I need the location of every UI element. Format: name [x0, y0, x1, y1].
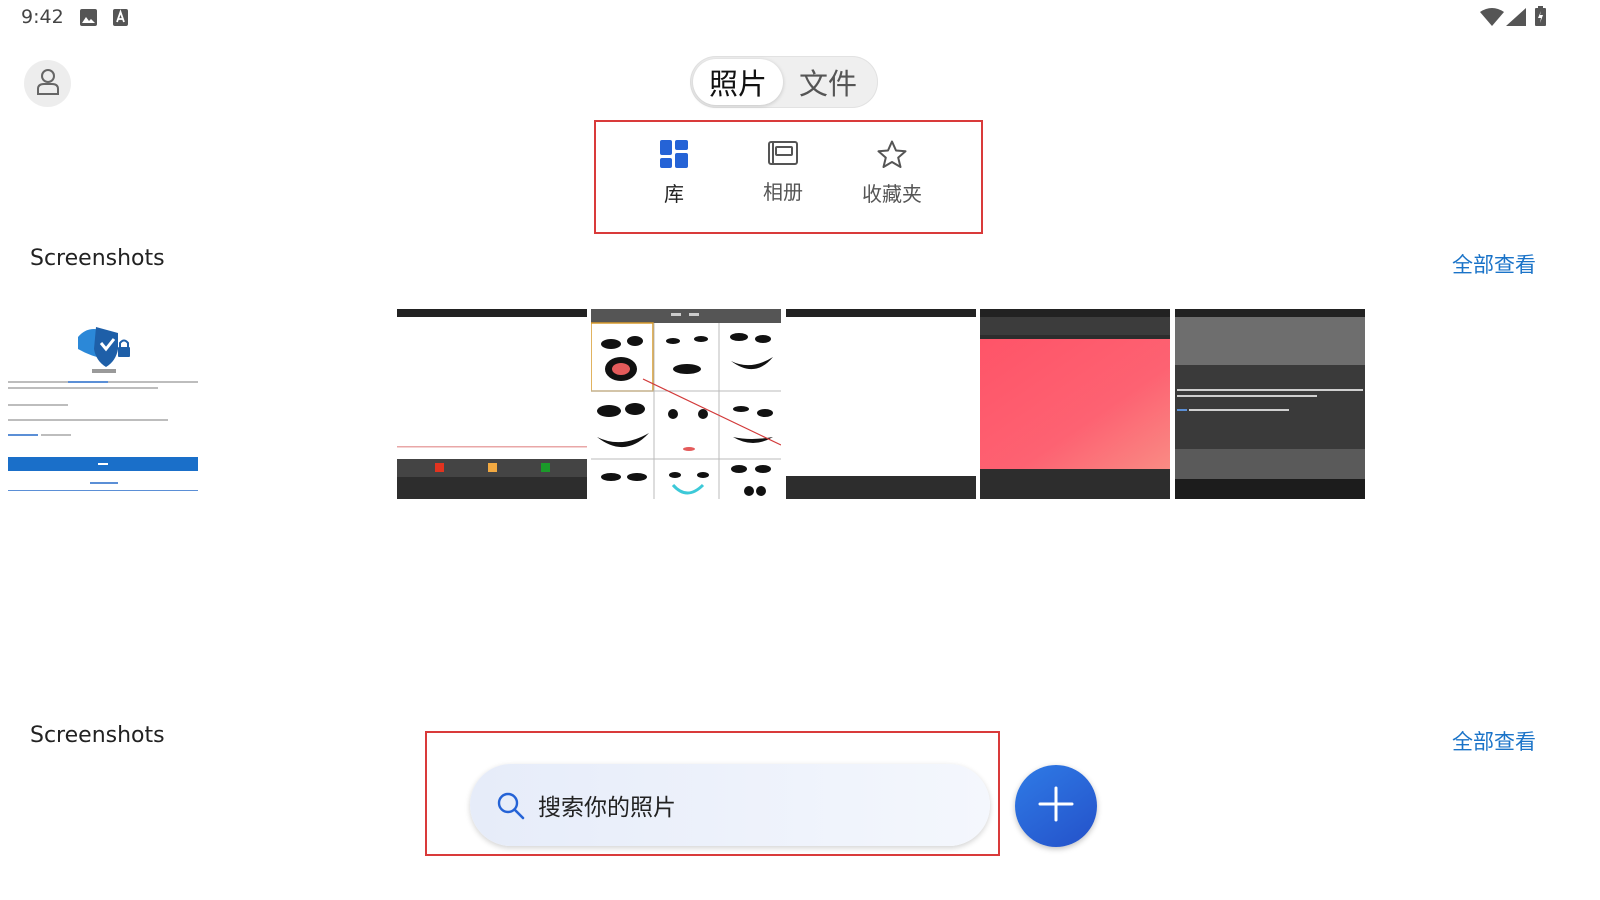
segment-photos[interactable]: 照片: [693, 59, 783, 105]
screenshot-thumbnail-6[interactable]: [980, 309, 1170, 499]
screenshot-thumbnail-5[interactable]: [786, 309, 976, 499]
account-button[interactable]: [24, 60, 71, 107]
wifi-icon: [1480, 8, 1504, 30]
screenshot-thumbnail-7[interactable]: [1175, 309, 1365, 499]
battery-icon: [1535, 6, 1546, 30]
view-all-link[interactable]: 全部查看: [1452, 249, 1536, 279]
library-grid-icon: [660, 140, 688, 172]
add-button[interactable]: [1015, 765, 1097, 847]
star-icon: [877, 140, 907, 172]
text-a-icon: [113, 9, 128, 30]
tab-albums-label: 相册: [763, 180, 803, 204]
screenshot-thumbnail-3[interactable]: [397, 309, 587, 499]
tab-favorites-label: 收藏夹: [862, 182, 922, 206]
search-bar[interactable]: 搜索你的照片: [470, 764, 990, 846]
search-placeholder: 搜索你的照片: [538, 795, 676, 821]
signal-icon: [1506, 8, 1526, 30]
tab-favorites[interactable]: 收藏夹: [842, 140, 942, 207]
section-title: Screenshots: [30, 246, 165, 271]
status-time: 9:42: [21, 6, 64, 28]
image-icon: [80, 9, 97, 30]
screenshot-thumbnail-4[interactable]: [591, 309, 781, 499]
tab-albums[interactable]: 相册: [733, 140, 833, 205]
tab-library-label: 库: [664, 182, 684, 206]
section-title: Screenshots: [30, 723, 165, 748]
segment-files[interactable]: 文件: [783, 59, 873, 105]
status-bar: 9:42: [0, 0, 1600, 36]
account-icon: [35, 68, 61, 100]
search-icon: [497, 792, 525, 824]
screenshot-thumbnail-1[interactable]: [8, 309, 198, 499]
view-all-link[interactable]: 全部查看: [1452, 726, 1536, 756]
album-icon: [768, 140, 798, 170]
plus-icon: [1038, 786, 1074, 826]
tab-library[interactable]: 库: [624, 140, 724, 207]
photos-files-segmented-control: 照片 文件: [690, 56, 878, 108]
